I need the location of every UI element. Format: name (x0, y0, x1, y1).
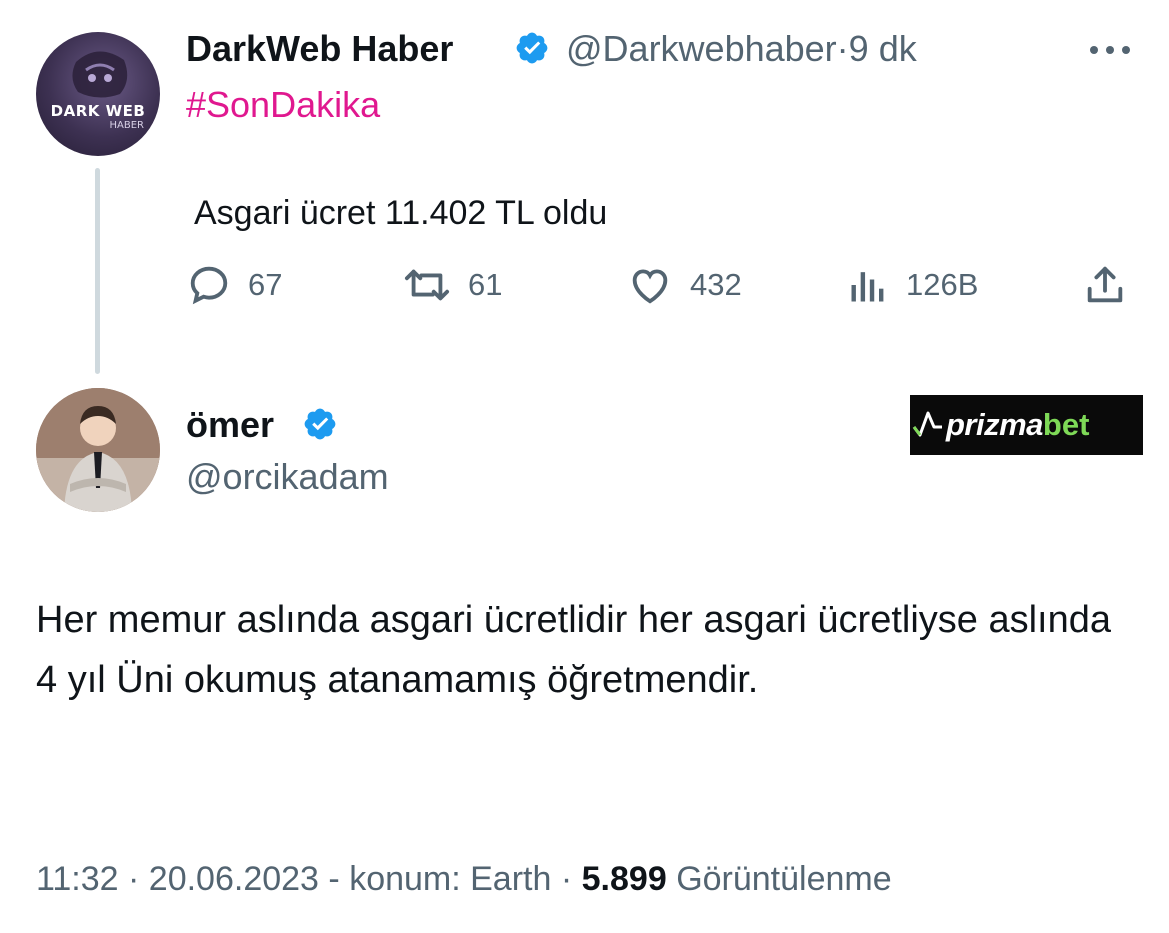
verified-badge-icon (516, 32, 548, 64)
retweet-count: 61 (468, 267, 503, 302)
reply-action-button[interactable]: 67 (186, 262, 282, 308)
thread-connector-line (95, 168, 100, 374)
verified-badge-icon (304, 408, 336, 440)
ad-brand-main: prizma (946, 407, 1043, 442)
like-count: 432 (690, 267, 742, 302)
views-action-button[interactable]: 126B (846, 262, 978, 308)
parent-hashtag-link[interactable]: #SonDakika (186, 84, 380, 126)
reply-author-avatar[interactable] (36, 388, 160, 512)
tweet-views-count: 5.899 (581, 860, 667, 898)
like-icon (632, 269, 668, 304)
views-count: 126B (906, 267, 979, 302)
views-icon (851, 272, 884, 302)
like-action-button[interactable]: 432 (626, 262, 742, 308)
reply-tweet-text: Her memur aslında asgari ücretlidir her … (36, 599, 1112, 701)
reply-author-name[interactable]: ömer (186, 404, 274, 446)
share-icon (1087, 266, 1123, 303)
reply-icon (190, 266, 228, 305)
reply-tweet-meta: 11:32 · 20.06.2023 - konum: Earth · 5.89… (36, 858, 892, 900)
meta-separator: · (128, 860, 140, 898)
reply-author-handle[interactable]: @orcikadam (186, 456, 389, 498)
retweet-icon (404, 269, 450, 301)
more-icon[interactable] (1088, 44, 1132, 56)
meta-separator: · (560, 860, 573, 898)
ad-logo-mark-icon (912, 411, 942, 437)
parent-author-handle[interactable]: @Darkwebhaber (566, 28, 837, 69)
meta-separator: · (836, 28, 849, 69)
ad-banner[interactable]: prizma bet (910, 395, 1143, 455)
parent-tweet-text: Asgari ücret 11.402 TL oldu (194, 194, 608, 232)
avatar-boy-photo (36, 388, 160, 512)
reply-count: 67 (248, 267, 283, 302)
tweet-location: - konum: Earth (328, 860, 552, 898)
avatar-logo-text: DARK WEB (50, 102, 146, 120)
avatar-logo-subtext: HABER (109, 120, 145, 131)
avatar-hacker-graphic (72, 51, 128, 98)
tweet-date[interactable]: 20.06.2023 (149, 860, 319, 898)
retweet-action-button[interactable]: 61 (402, 262, 502, 308)
parent-time-ago[interactable]: 9 dk (849, 28, 917, 69)
parent-author-name[interactable]: DarkWeb Haber (186, 28, 453, 70)
parent-author-meta: @Darkwebhaber·9 dk (566, 28, 917, 70)
parent-author-avatar[interactable]: DARK WEB HABER (36, 32, 160, 156)
tweet-views-label: Görüntülenme (676, 860, 892, 898)
share-action-button[interactable] (1082, 262, 1144, 308)
ad-brand-accent: bet (1042, 407, 1090, 442)
tweet-time[interactable]: 11:32 (36, 860, 119, 898)
